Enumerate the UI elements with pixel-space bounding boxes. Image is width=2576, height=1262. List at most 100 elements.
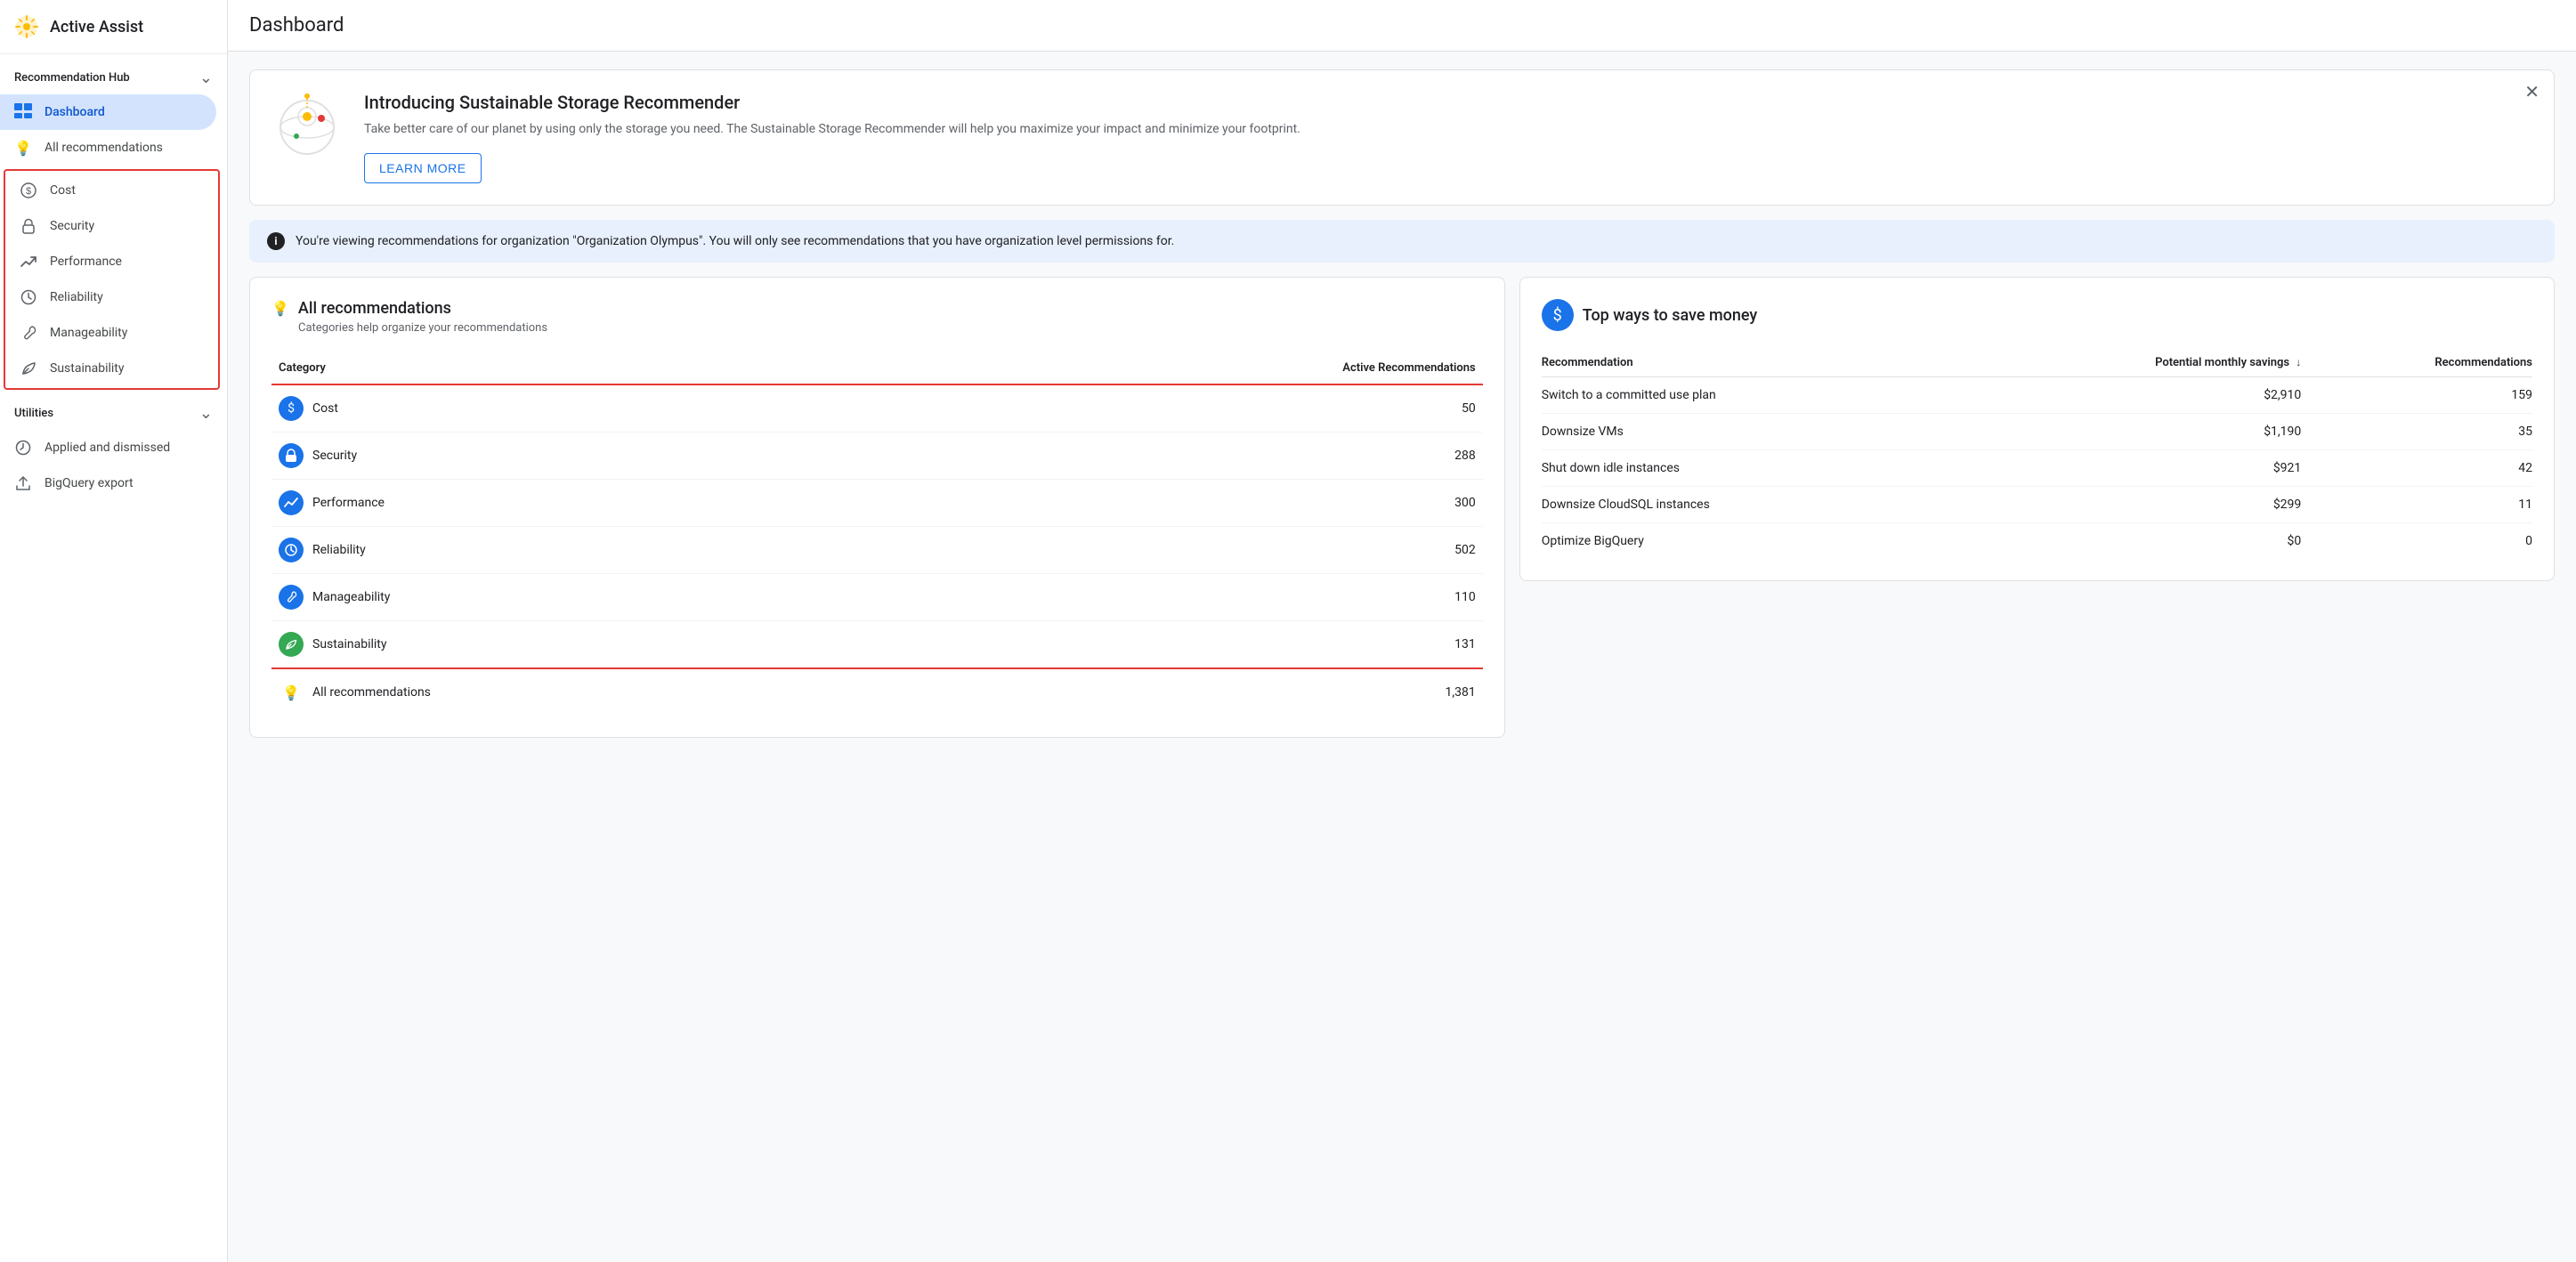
- performance-row-label: Performance: [312, 496, 385, 510]
- savings-count-4: 0: [2301, 523, 2532, 560]
- sidebar-item-manageability[interactable]: Manageability: [5, 315, 218, 351]
- sidebar-item-reliability[interactable]: Reliability: [5, 279, 218, 315]
- performance-cat-icon: [279, 490, 304, 515]
- savings-title: Top ways to save money: [1583, 306, 1758, 325]
- rec-table-header-category: Category: [271, 352, 914, 384]
- applied-dismissed-label: Applied and dismissed: [45, 441, 170, 455]
- category-cell-all: 💡 All recommendations: [279, 680, 907, 705]
- sustainable-storage-banner: Introducing Sustainable Storage Recommen…: [249, 69, 2555, 206]
- page-title: Dashboard: [249, 14, 344, 36]
- svg-text:$: $: [26, 186, 31, 197]
- wrench-icon: [20, 324, 37, 342]
- content-body: Introducing Sustainable Storage Recommen…: [228, 52, 2576, 756]
- category-cell-sustainability: Sustainability: [279, 632, 907, 657]
- savings-row[interactable]: Switch to a committed use plan $2,910 15…: [1542, 377, 2532, 414]
- sidebar-item-applied-dismissed[interactable]: Applied and dismissed: [0, 430, 216, 465]
- info-bar-message: You're viewing recommendations for organ…: [296, 234, 1174, 248]
- utilities-header[interactable]: Utilities ⌄: [0, 393, 227, 430]
- recommendation-hub-header[interactable]: Recommendation Hub ⌄: [0, 54, 227, 94]
- cost-row-label: Cost: [312, 401, 338, 416]
- leaf-icon: [20, 360, 37, 377]
- sidebar-item-bigquery-export[interactable]: BigQuery export: [0, 465, 216, 501]
- cost-count: 50: [914, 384, 1483, 433]
- recommendations-card: 💡 All recommendations Categories help or…: [249, 277, 1505, 738]
- savings-amount-3: $299: [1955, 487, 2301, 523]
- info-bar: i You're viewing recommendations for org…: [249, 220, 2555, 263]
- reliability-row-label: Reliability: [312, 543, 366, 557]
- rec-card-title: All recommendations: [298, 299, 451, 318]
- security-count: 288: [914, 433, 1483, 480]
- banner-illustration: [271, 92, 343, 163]
- reliability-label: Reliability: [50, 290, 103, 304]
- sidebar-item-all-recommendations[interactable]: 💡 All recommendations: [0, 130, 216, 166]
- savings-count-1: 35: [2301, 414, 2532, 450]
- category-cell-manageability: Manageability: [279, 585, 907, 610]
- sidebar-item-performance[interactable]: Performance: [5, 244, 218, 279]
- savings-title-row: $ Top ways to save money: [1542, 299, 2532, 331]
- sidebar-item-security[interactable]: Security: [5, 208, 218, 244]
- utilities-label: Utilities: [14, 407, 53, 420]
- savings-count-0: 159: [2301, 377, 2532, 414]
- rec-table: Category Active Recommendations $ Cost: [271, 352, 1483, 716]
- savings-row[interactable]: Optimize BigQuery $0 0: [1542, 523, 2532, 560]
- savings-amount-1: $1,190: [1955, 414, 2301, 450]
- savings-amount-4: $0: [1955, 523, 2301, 560]
- sidebar-item-dashboard[interactable]: Dashboard: [0, 94, 216, 130]
- sidebar: Active Assist Recommendation Hub ⌄ Dashb…: [0, 0, 228, 1262]
- performance-count: 300: [914, 480, 1483, 527]
- dashboard-label: Dashboard: [45, 105, 105, 119]
- sidebar-item-cost[interactable]: $ Cost: [5, 173, 218, 208]
- trending-up-icon: [20, 253, 37, 271]
- recommendation-hub-label: Recommendation Hub: [14, 71, 130, 85]
- savings-rec-2: Shut down idle instances: [1542, 450, 1955, 487]
- security-cat-icon: [279, 443, 304, 468]
- savings-rec-3: Downsize CloudSQL instances: [1542, 487, 1955, 523]
- security-label: Security: [50, 219, 94, 233]
- savings-row[interactable]: Shut down idle instances $921 42: [1542, 450, 2532, 487]
- learn-more-button[interactable]: LEARN MORE: [364, 153, 482, 183]
- savings-row[interactable]: Downsize CloudSQL instances $299 11: [1542, 487, 2532, 523]
- sustainability-count: 131: [914, 621, 1483, 669]
- upload-icon: [14, 474, 32, 492]
- rec-lightbulb-icon: 💡: [271, 300, 289, 317]
- savings-header-count: Recommendations: [2301, 349, 2532, 377]
- cost-cat-icon: $: [279, 396, 304, 421]
- table-row[interactable]: $ Cost 50: [271, 384, 1483, 433]
- category-cell-performance: Performance: [279, 490, 907, 515]
- table-row[interactable]: Security 288: [271, 433, 1483, 480]
- banner-close-button[interactable]: ✕: [2524, 81, 2540, 102]
- table-row[interactable]: Reliability 502: [271, 527, 1483, 574]
- rec-table-header-active: Active Recommendations: [914, 352, 1483, 384]
- savings-dollar-icon: $: [1542, 299, 1574, 331]
- banner-text-area: Introducing Sustainable Storage Recommen…: [364, 92, 2532, 183]
- savings-count-2: 42: [2301, 450, 2532, 487]
- performance-label: Performance: [50, 255, 122, 269]
- reliability-count: 502: [914, 527, 1483, 574]
- cards-row: 💡 All recommendations Categories help or…: [249, 277, 2555, 738]
- table-row-all[interactable]: 💡 All recommendations 1,381: [271, 668, 1483, 716]
- category-cell-cost: $ Cost: [279, 396, 907, 421]
- savings-count-3: 11: [2301, 487, 2532, 523]
- manageability-cat-icon: [279, 585, 304, 610]
- lightbulb-icon: 💡: [14, 139, 32, 157]
- sustainability-label: Sustainability: [50, 361, 124, 376]
- sidebar-item-sustainability[interactable]: Sustainability: [5, 351, 218, 386]
- savings-row[interactable]: Downsize VMs $1,190 35: [1542, 414, 2532, 450]
- sustainability-cat-icon: [279, 632, 304, 657]
- sidebar-category-group: $ Cost Security Performance Reliability: [4, 169, 220, 390]
- clock-icon: [20, 288, 37, 306]
- savings-header-savings: Potential monthly savings ↓: [1955, 349, 2301, 377]
- cost-label: Cost: [50, 183, 76, 198]
- banner-title: Introducing Sustainable Storage Recommen…: [364, 92, 2532, 113]
- table-row[interactable]: Manageability 110: [271, 574, 1483, 621]
- savings-amount-2: $921: [1955, 450, 2301, 487]
- reliability-cat-icon: [279, 538, 304, 562]
- manageability-label: Manageability: [50, 326, 127, 340]
- bigquery-export-label: BigQuery export: [45, 476, 134, 490]
- history-icon: [14, 439, 32, 457]
- table-row[interactable]: Performance 300: [271, 480, 1483, 527]
- savings-header-recommendation: Recommendation: [1542, 349, 1955, 377]
- table-row[interactable]: Sustainability 131: [271, 621, 1483, 669]
- main-content-area: Dashboard Introducing Sustainable Stor: [228, 0, 2576, 1262]
- sustainability-row-label: Sustainability: [312, 637, 386, 651]
